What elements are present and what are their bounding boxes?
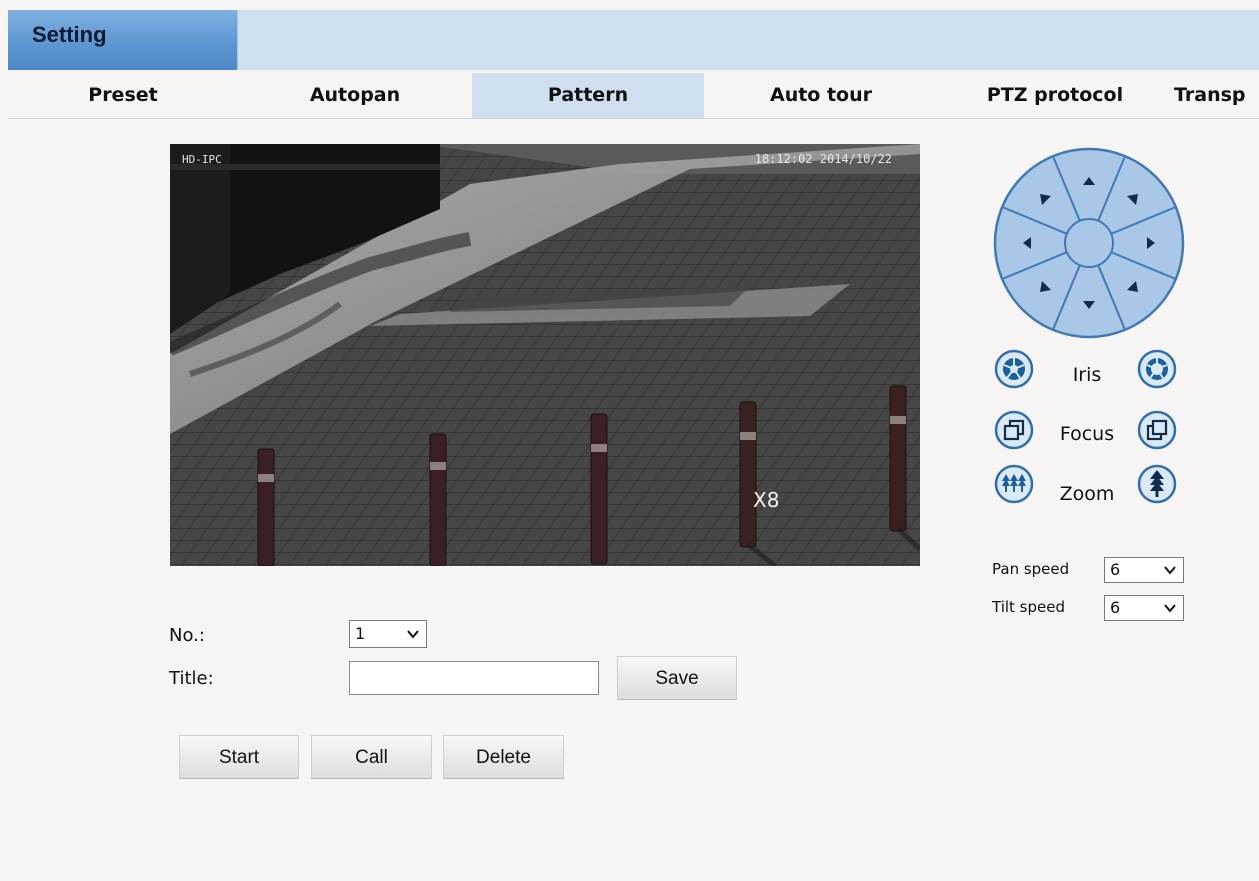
pan-speed-value: 6 [1110, 560, 1121, 579]
call-button[interactable]: Call [311, 735, 432, 779]
focus-near-icon [994, 410, 1034, 450]
title-input[interactable] [349, 661, 599, 695]
chevron-down-icon [1163, 558, 1177, 590]
arrow-left-icon [1023, 237, 1031, 249]
tab-pattern[interactable]: Pattern [472, 73, 704, 118]
focus-label: Focus [1059, 423, 1115, 445]
zoom-level-overlay: X8 [753, 488, 780, 512]
tab-bar: Preset Autopan Pattern Auto tour PTZ pro… [8, 73, 1259, 118]
tilt-speed-value: 6 [1110, 598, 1121, 617]
arrow-down-icon [1083, 301, 1095, 309]
arrow-down-right-icon [1127, 281, 1138, 292]
pan-up-right-button[interactable] [1122, 190, 1142, 210]
tab-ptz-protocol[interactable]: PTZ protocol [938, 73, 1172, 118]
arrow-down-left-icon [1040, 281, 1051, 292]
ptz-direction-wheel [992, 146, 1186, 340]
pattern-number-select[interactable]: 1 [349, 620, 427, 648]
zoom-out-trees-icon [994, 464, 1034, 504]
zoom-in-button[interactable] [1137, 464, 1177, 504]
chevron-down-icon [406, 621, 420, 656]
arrow-up-left-icon [1040, 194, 1051, 205]
pan-up-button[interactable] [1079, 172, 1099, 192]
zoom-in-tree-icon [1137, 464, 1177, 504]
tilt-speed-select[interactable]: 6 [1104, 595, 1184, 621]
arrow-up-right-icon [1127, 194, 1138, 205]
aperture-open-icon [1137, 349, 1177, 389]
tab-preset[interactable]: Preset [8, 73, 238, 118]
video-preview[interactable]: HD-IPC 18:12:02 2014/10/22 X8 [170, 144, 920, 566]
start-button[interactable]: Start [179, 735, 299, 779]
camera-name-overlay: HD-IPC [182, 153, 222, 166]
arrow-right-icon [1147, 237, 1155, 249]
no-label: No.: [169, 625, 205, 646]
timestamp-overlay: 18:12:02 2014/10/22 [754, 152, 892, 166]
pan-up-left-button[interactable] [1036, 190, 1056, 210]
pan-speed-select[interactable]: 6 [1104, 557, 1184, 583]
pan-left-button[interactable] [1018, 233, 1038, 253]
tab-divider [8, 118, 1259, 119]
tab-auto-tour[interactable]: Auto tour [704, 73, 938, 118]
focus-near-button[interactable] [994, 410, 1034, 450]
delete-button[interactable]: Delete [443, 735, 564, 779]
aperture-icon [994, 349, 1034, 389]
iris-open-button[interactable] [1137, 349, 1177, 389]
focus-far-button[interactable] [1137, 410, 1177, 450]
pan-right-button[interactable] [1140, 233, 1160, 253]
chevron-down-icon [1163, 596, 1177, 628]
pan-down-right-button[interactable] [1122, 276, 1142, 296]
arrow-up-icon [1083, 177, 1095, 185]
pan-down-button[interactable] [1079, 294, 1099, 314]
pattern-number-value: 1 [355, 624, 366, 643]
setting-tab[interactable]: Setting [8, 10, 238, 70]
pan-speed-label: Pan speed [992, 560, 1070, 578]
zoom-label: Zoom [1059, 483, 1115, 505]
iris-close-button[interactable] [994, 349, 1034, 389]
iris-label: Iris [1072, 364, 1102, 386]
tab-autopan[interactable]: Autopan [238, 73, 472, 118]
title-label: Title: [169, 668, 214, 689]
tab-transp[interactable]: Transp [1174, 73, 1259, 118]
save-button[interactable]: Save [617, 656, 737, 700]
pan-down-left-button[interactable] [1036, 276, 1056, 296]
zoom-out-button[interactable] [994, 464, 1034, 504]
setting-title: Setting [32, 22, 107, 47]
focus-far-icon [1137, 410, 1177, 450]
camera-scene-image [170, 144, 920, 566]
tilt-speed-label: Tilt speed [992, 598, 1066, 616]
